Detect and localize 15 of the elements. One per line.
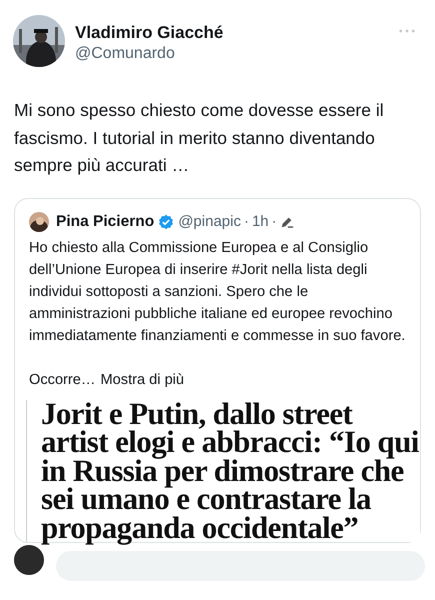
- separator-dot: ·: [244, 213, 249, 230]
- quoted-author-name[interactable]: Pina Picierno: [56, 212, 154, 230]
- author-handle[interactable]: @Comunardo: [75, 43, 389, 64]
- show-more-link[interactable]: Mostra di più: [100, 370, 184, 390]
- truncated-text: Occorre…: [29, 370, 96, 390]
- quoted-tweet-text: Ho chiesto alla Commissione Europea e al Consiglio dell’Unione Europea di inserire #Jorit nella lista degli individui sottoposti a sanzioni. Spero che le amministrazioni pubbliche italiane ed europee revochino immediatamente finanziamenti e commesse in suo favore.: [29, 238, 406, 346]
- separator-dot: ·: [272, 213, 277, 230]
- author-name[interactable]: Vladimiro Giacché: [75, 22, 389, 43]
- tweet-text: Mi sono spesso chiesto come dovesse essere il fascismo. I tutorial in merito stanno diventando sempre più accurati …: [14, 99, 385, 177]
- avatar-icon: [14, 545, 44, 576]
- post-time[interactable]: 1h: [252, 213, 269, 230]
- news-headline: Jorit e Putin, dallo street artist elogi e abbracci: “Io qui in Russia per dimostrare che sei umano e contrastare la propaganda occidentale”: [41, 400, 420, 542]
- quoted-tweet[interactable]: [14, 198, 421, 544]
- quoted-author-handle[interactable]: @pinapic: [178, 213, 241, 230]
- more-icon[interactable]: [399, 29, 415, 33]
